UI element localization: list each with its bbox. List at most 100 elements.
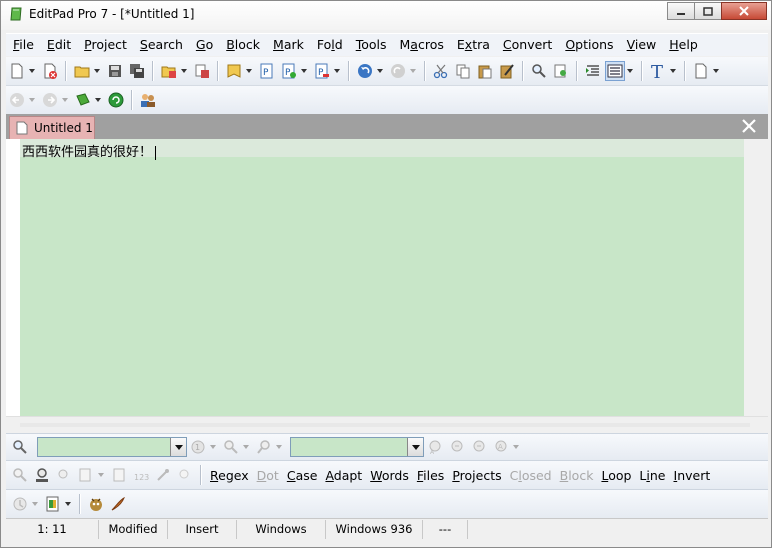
find-first-dropdown[interactable] xyxy=(209,437,217,457)
search-input[interactable] xyxy=(37,437,187,457)
search-option[interactable]: Projects xyxy=(452,468,501,483)
undo-dropdown[interactable] xyxy=(376,61,384,81)
search-option[interactable]: Invert xyxy=(674,468,711,483)
bookmark-button[interactable] xyxy=(73,90,93,110)
editor-text-area[interactable] xyxy=(20,139,744,416)
feather-tool-button[interactable] xyxy=(108,494,128,514)
forward-button[interactable] xyxy=(40,90,60,110)
search-tools-button[interactable] xyxy=(153,465,173,485)
menu-item[interactable]: Extra xyxy=(450,34,496,56)
project-remove-button[interactable]: P xyxy=(312,61,332,81)
status-line-breaks[interactable]: Windows xyxy=(237,520,326,539)
close-project-button[interactable] xyxy=(192,61,212,81)
search-filter-button[interactable] xyxy=(10,465,30,485)
replace-all-button[interactable]: A xyxy=(491,437,511,457)
menu-item[interactable]: Edit xyxy=(40,34,77,56)
search-option[interactable]: Words xyxy=(370,468,409,483)
menu-item[interactable]: View xyxy=(620,34,663,56)
file-navigator-dropdown[interactable] xyxy=(64,494,72,514)
search-option[interactable]: Line xyxy=(639,468,665,483)
forward-dropdown[interactable] xyxy=(61,90,69,110)
search-option[interactable]: Adapt xyxy=(325,468,362,483)
find-previous-button[interactable] xyxy=(254,437,274,457)
clip-collection-button[interactable] xyxy=(10,494,30,514)
search-list-button[interactable] xyxy=(109,465,129,485)
horizontal-scroll-track[interactable] xyxy=(20,423,750,427)
menu-item[interactable]: Project xyxy=(77,34,133,56)
find-previous-dropdown[interactable] xyxy=(275,437,283,457)
file-type-dropdown[interactable] xyxy=(712,61,720,81)
replace-input[interactable] xyxy=(290,437,424,457)
favorites-dropdown[interactable] xyxy=(245,61,253,81)
search-clear-button[interactable] xyxy=(175,465,195,485)
minimize-button[interactable] xyxy=(667,2,695,20)
bookmark-dropdown[interactable] xyxy=(94,90,102,110)
save-all-button[interactable] xyxy=(127,61,147,81)
project-files-button[interactable]: P xyxy=(257,61,277,81)
undo-button[interactable] xyxy=(355,61,375,81)
open-project-dropdown[interactable] xyxy=(180,61,188,81)
cut-button[interactable] xyxy=(431,61,451,81)
new-file-dropdown[interactable] xyxy=(28,61,36,81)
close-file-button[interactable] xyxy=(40,61,60,81)
vertical-scrollbar[interactable] xyxy=(744,139,768,416)
menu-item[interactable]: Mark xyxy=(266,34,310,56)
menu-item[interactable]: File xyxy=(6,34,40,56)
font-button[interactable]: T xyxy=(648,61,668,81)
redo-dropdown[interactable] xyxy=(409,61,417,81)
font-dropdown[interactable] xyxy=(669,61,677,81)
back-dropdown[interactable] xyxy=(28,90,36,110)
find-next-dropdown[interactable] xyxy=(242,437,250,457)
editor-area[interactable]: 西西软件园真的很好！ xyxy=(6,139,768,416)
save-button[interactable] xyxy=(105,61,125,81)
highlight-matches-button[interactable] xyxy=(32,465,52,485)
find-next-button[interactable] xyxy=(221,437,241,457)
menu-item[interactable]: Options xyxy=(558,34,619,56)
new-file-button[interactable] xyxy=(7,61,27,81)
replace-previous-button[interactable] xyxy=(469,437,489,457)
tab-untitled-1[interactable]: Untitled 1 xyxy=(9,116,95,139)
horizontal-scrollbar[interactable] xyxy=(6,416,768,434)
search-files-dropdown[interactable] xyxy=(97,465,105,485)
close-button[interactable] xyxy=(721,2,767,20)
project-add-button[interactable]: P xyxy=(279,61,299,81)
search-option[interactable]: Closed xyxy=(510,468,552,483)
search-history-dropdown[interactable] xyxy=(170,438,186,456)
file-navigator-button[interactable] xyxy=(43,494,63,514)
favorites-button[interactable] xyxy=(224,61,244,81)
open-project-button[interactable] xyxy=(159,61,179,81)
menu-item[interactable]: Help xyxy=(662,34,704,56)
back-button[interactable] xyxy=(7,90,27,110)
find-in-files-button[interactable] xyxy=(551,61,571,81)
replace-all-dropdown[interactable] xyxy=(512,437,520,457)
indent-button[interactable] xyxy=(583,61,603,81)
clipboard-tool-button[interactable] xyxy=(497,61,517,81)
search-option[interactable]: Case xyxy=(287,468,318,483)
word-wrap-dropdown[interactable] xyxy=(626,61,634,81)
menu-item[interactable]: Tools xyxy=(349,34,393,56)
status-insert-mode[interactable]: Insert xyxy=(168,520,237,539)
search-panel-button[interactable] xyxy=(10,437,30,457)
search-folder-button[interactable] xyxy=(54,465,74,485)
search-option[interactable]: Regex xyxy=(210,468,249,483)
replace-button[interactable]: A xyxy=(425,437,445,457)
users-button[interactable] xyxy=(138,90,158,110)
open-file-button[interactable] xyxy=(72,61,92,81)
find-button[interactable] xyxy=(529,61,549,81)
redo-button[interactable] xyxy=(388,61,408,81)
menu-item[interactable]: Fold xyxy=(310,34,349,56)
search-counter-button[interactable]: 123 xyxy=(131,465,151,485)
replace-history-dropdown[interactable] xyxy=(407,438,423,456)
close-tab-icon[interactable] xyxy=(740,117,758,135)
menu-item[interactable]: Go xyxy=(189,34,219,56)
menu-item[interactable]: Convert xyxy=(496,34,558,56)
menu-item[interactable]: Block xyxy=(219,34,266,56)
search-option[interactable]: Block xyxy=(560,468,594,483)
regexbuddy-button[interactable] xyxy=(86,494,106,514)
status-encoding[interactable]: Windows 936 xyxy=(326,520,423,539)
search-option[interactable]: Dot xyxy=(257,468,279,483)
menu-item[interactable]: Search xyxy=(133,34,189,56)
menu-item[interactable]: Macros xyxy=(393,34,450,56)
copy-button[interactable] xyxy=(453,61,473,81)
go-to-button[interactable] xyxy=(106,90,126,110)
